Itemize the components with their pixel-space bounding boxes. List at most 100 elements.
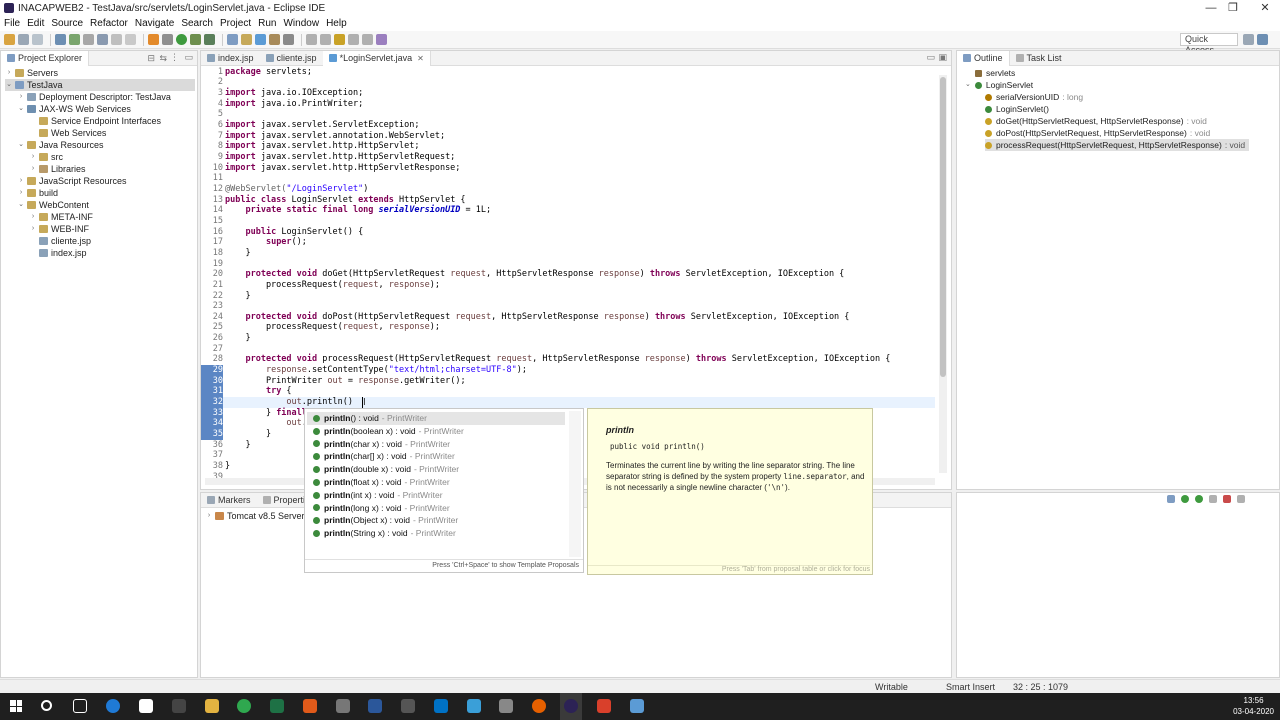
app-icon[interactable] [499,699,513,713]
tree-item-java-resources[interactable]: ⌄ Java Resources [17,139,103,151]
save-icon[interactable] [18,34,29,45]
resume-icon[interactable] [97,34,108,45]
run-icon[interactable] [176,34,187,45]
external-tools-icon[interactable] [204,34,215,45]
maximize-view-icon[interactable]: ▣ [938,52,947,63]
tree-item-libraries[interactable]: › Libraries [29,163,86,175]
settings-icon[interactable] [172,699,186,713]
tree-item-jax-ws[interactable]: ⌄ JAX-WS Web Services [17,103,131,115]
outline-item-processrequest[interactable]: processRequest(HttpServletRequest, HttpS… [985,139,1250,151]
close-tab-icon[interactable]: ✕ [417,54,424,63]
next-annotation-icon[interactable] [306,34,317,45]
start-server-icon[interactable] [1181,495,1189,503]
tree-item-meta-inf[interactable]: › META-INF [29,211,93,223]
tab-index-jsp[interactable]: index.jsp [201,51,260,66]
chrome-icon[interactable] [237,699,251,713]
outline-item-package[interactable]: servlets [975,67,1015,79]
completion-item[interactable]: println (double x) : void - PrintWriter [307,463,565,476]
edge-icon[interactable] [106,699,120,713]
outline-item-doget[interactable]: doGet(HttpServletRequest, HttpServletRes… [985,115,1207,127]
menu-navigate[interactable]: Navigate [135,18,174,29]
menu-window[interactable]: Window [283,18,319,29]
completion-item[interactable]: println (boolean x) : void - PrintWriter [307,425,565,438]
save-all-icon[interactable] [32,34,43,45]
publish-icon[interactable] [1237,495,1245,503]
completion-item[interactable]: println (char[] x) : void - PrintWriter [307,450,565,463]
tab-markers[interactable]: Markers [201,493,257,508]
new-package-icon[interactable] [241,34,252,45]
store-icon[interactable] [139,699,153,713]
coverage-icon[interactable] [162,34,173,45]
debug-icon[interactable] [69,34,80,45]
search-icon[interactable] [283,34,294,45]
outline-item-class[interactable]: ⌄ LoginServlet [965,79,1033,91]
skip-icon[interactable] [83,34,94,45]
terminate-icon[interactable] [125,34,136,45]
debug-server-icon[interactable] [1195,495,1203,503]
menu-help[interactable]: Help [326,18,347,29]
twisty-icon[interactable]: › [29,163,37,175]
twisty-icon[interactable]: › [17,91,25,103]
tab-project-explorer[interactable]: Project Explorer [1,50,90,66]
tree-item-index-jsp[interactable]: index.jsp [29,247,87,259]
suspend-icon[interactable] [111,34,122,45]
tree-item-web-services[interactable]: Web Services [29,127,106,139]
tree-item-servers[interactable]: › Servers [5,67,58,79]
twisty-icon[interactable]: › [5,67,13,79]
windows-start-icon[interactable] [10,700,22,712]
new-class-icon[interactable] [255,34,266,45]
twisty-icon[interactable]: › [29,223,37,235]
twisty-icon[interactable]: ⌄ [17,199,25,211]
tab-task-list[interactable]: Task List [1010,51,1068,66]
eclipse-icon[interactable] [564,699,578,713]
completion-item[interactable]: println (Object x) : void - PrintWriter [307,514,565,527]
file-explorer-icon[interactable] [205,699,219,713]
completion-item[interactable]: println (int x) : void - PrintWriter [307,489,565,502]
outline-item-dopost[interactable]: doPost(HttpServletRequest, HttpServletRe… [985,127,1210,139]
java-ee-perspective-icon[interactable] [1257,34,1268,45]
menu-edit[interactable]: Edit [27,18,44,29]
word-icon[interactable] [368,699,382,713]
tab-outline[interactable]: Outline [957,50,1010,66]
tree-item-src[interactable]: › src [29,151,63,163]
new-icon[interactable] [4,34,15,45]
firefox-icon[interactable] [532,699,546,713]
app-icon[interactable] [597,699,611,713]
tree-item-webcontent[interactable]: ⌄ WebContent [17,199,89,211]
tree-item-deployment-descriptor[interactable]: › Deployment Descriptor: TestJava [17,91,171,103]
link-editor-icon[interactable]: ⇆ [159,53,167,64]
twisty-icon[interactable]: › [205,510,213,522]
previous-annotation-icon[interactable] [320,34,331,45]
minimize-view-icon[interactable]: ▭ [926,52,935,63]
menu-source[interactable]: Source [51,18,83,29]
twisty-icon[interactable]: ⌄ [17,139,25,151]
tab-loginservlet-java[interactable]: *LoginServlet.java ✕ [322,50,431,66]
app-icon[interactable] [303,699,317,713]
system-clock[interactable]: 13:56 03-04-2020 [1233,695,1274,717]
app-icon[interactable] [401,699,415,713]
outlook-icon[interactable] [434,699,448,713]
server-row-tomcat[interactable]: › Tomcat v8.5 Server at l [205,510,319,522]
menu-file[interactable]: File [4,18,20,29]
pin-editor-icon[interactable] [376,34,387,45]
completion-item[interactable]: println() : void - PrintWriter [307,412,565,425]
close-button[interactable]: ✕ [1242,0,1280,16]
outline-item-constructor[interactable]: LoginServlet() [985,103,1049,115]
outline-item-field[interactable]: serialVersionUID: long [985,91,1083,103]
tree-item-javascript-resources[interactable]: › JavaScript Resources [17,175,127,187]
completion-item[interactable]: println (String x) : void - PrintWriter [307,527,565,540]
completion-item[interactable]: println (long x) : void - PrintWriter [307,502,565,515]
app-icon[interactable] [467,699,481,713]
stop-server-icon[interactable] [1223,495,1231,503]
open-type-icon[interactable] [269,34,280,45]
profile-server-icon[interactable] [1209,495,1217,503]
server-icon[interactable] [148,34,159,45]
view-menu-icon[interactable]: ⋮ [170,52,179,63]
tree-item-web-inf[interactable]: › WEB-INF [29,223,89,235]
twisty-icon[interactable]: › [29,151,37,163]
app-icon[interactable] [336,699,350,713]
javadoc-hover[interactable]: println public void println() Terminates… [587,408,873,575]
scrollbar-thumb[interactable] [940,77,946,377]
menu-run[interactable]: Run [258,18,276,29]
tab-cliente-jsp[interactable]: cliente.jsp [260,51,323,66]
